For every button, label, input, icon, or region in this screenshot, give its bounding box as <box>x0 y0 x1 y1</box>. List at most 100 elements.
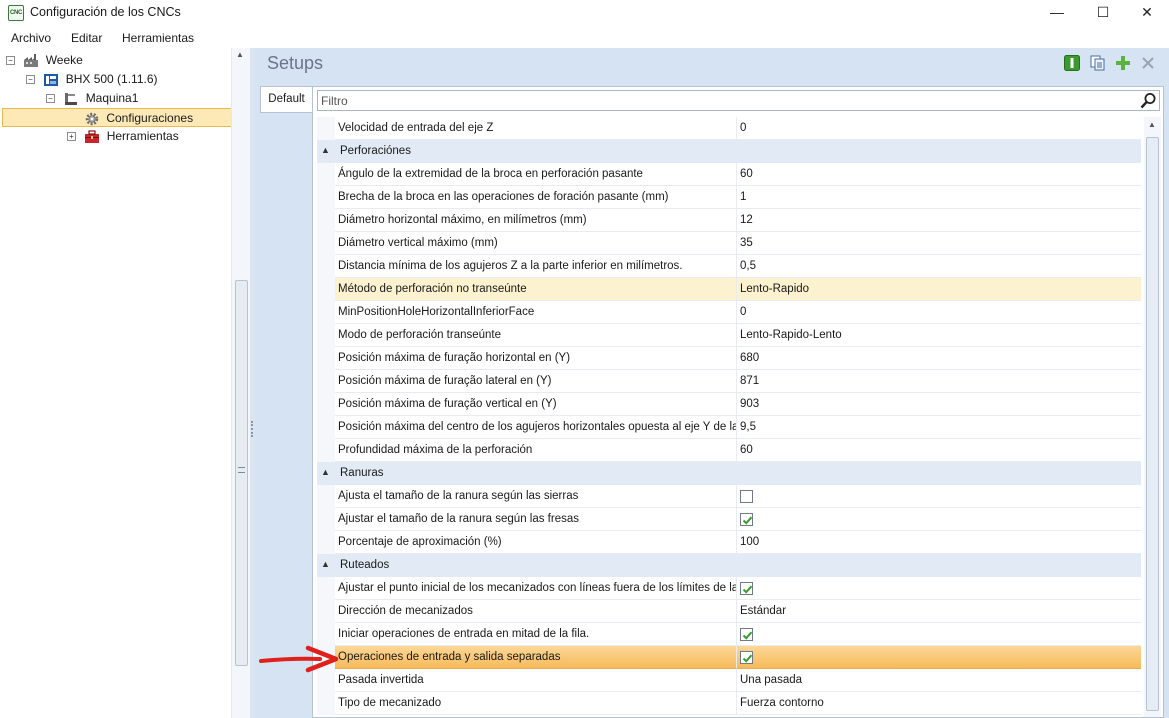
collapse-arrow-icon[interactable]: ▲ <box>321 145 330 155</box>
property-value[interactable]: 9,5 <box>737 416 1141 439</box>
property-row[interactable]: Método de perforación no transeúnte Lento… <box>317 278 1141 301</box>
property-row[interactable]: Operaciones de entrada y salida separada… <box>317 646 1141 669</box>
row-gutter <box>317 117 335 140</box>
property-value[interactable]: 12 <box>737 209 1141 232</box>
checked-checkbox[interactable] <box>740 582 753 595</box>
property-row[interactable]: Profundidad máxima de la perforación 60 <box>317 439 1141 462</box>
property-value[interactable]: Lento-Rapido <box>737 278 1141 301</box>
tree-label: BHX 500 (1.11.6) <box>65 72 158 86</box>
grid-scroll-thumb[interactable] <box>1146 137 1159 711</box>
property-row[interactable]: Ángulo de la extremidad de la broca en p… <box>317 163 1141 186</box>
property-name: Operaciones de entrada y salida separada… <box>335 646 737 669</box>
check-icon <box>742 585 753 594</box>
property-name: Método de perforación no transeúnte <box>335 278 737 301</box>
property-row[interactable]: Posición máxima del centro de los agujer… <box>317 416 1141 439</box>
menu-herramientas[interactable]: Herramientas <box>122 31 194 45</box>
grid-scrollbar[interactable]: ▲ <box>1144 117 1161 717</box>
unchecked-checkbox[interactable] <box>740 490 753 503</box>
copy-icon[interactable] <box>1090 55 1106 71</box>
delete-icon[interactable] <box>1140 55 1156 71</box>
property-value[interactable]: 60 <box>737 163 1141 186</box>
setups-panel: Setups Default Velocidad de entrada del … <box>254 48 1169 718</box>
property-row[interactable]: Distancia mínima de los agujeros Z a la … <box>317 255 1141 278</box>
expand-toggle[interactable]: + <box>67 132 76 142</box>
property-value-cell <box>737 623 1141 646</box>
category-row[interactable]: ▲ Ranuras <box>317 462 1141 485</box>
property-row[interactable]: Ajustar el tamaño de la ranura según las… <box>317 508 1141 531</box>
property-row[interactable]: Diámetro horizontal máximo, en milímetro… <box>317 209 1141 232</box>
tree-node-configuraciones[interactable]: Configuraciones <box>2 108 236 127</box>
scroll-up-icon[interactable]: ▲ <box>236 50 244 59</box>
collapse-toggle[interactable]: − <box>26 75 35 85</box>
property-value[interactable]: Fuerza contorno <box>737 692 1141 715</box>
property-value[interactable]: 1 <box>737 186 1141 209</box>
property-row[interactable]: Iniciar operaciones de entrada en mitad … <box>317 623 1141 646</box>
tree-node-weeke[interactable]: − Weeke <box>6 51 83 70</box>
property-value[interactable]: 0 <box>737 301 1141 324</box>
row-gutter <box>317 393 335 416</box>
collapse-arrow-icon[interactable]: ▲ <box>321 467 330 477</box>
property-value[interactable]: 871 <box>737 370 1141 393</box>
property-row[interactable]: Porcentaje de aproximación (%) 100 <box>317 531 1141 554</box>
tree-node-maquina1[interactable]: − Maquina1 <box>46 89 138 108</box>
checked-checkbox[interactable] <box>740 651 753 664</box>
property-name: Distancia mínima de los agujeros Z a la … <box>335 255 737 278</box>
row-gutter <box>317 301 335 324</box>
property-value[interactable]: Lento-Rapido-Lento <box>737 324 1141 347</box>
close-button[interactable]: ✕ <box>1124 0 1169 26</box>
category-row[interactable]: ▲ Ruteados <box>317 554 1141 577</box>
property-value[interactable]: 35 <box>737 232 1141 255</box>
row-gutter <box>317 416 335 439</box>
property-row[interactable]: MinPositionHoleHorizontalInferiorFace 0 <box>317 301 1141 324</box>
tree-node-herramientas[interactable]: + Herramientas <box>67 127 179 146</box>
property-value[interactable]: 0 <box>737 117 1141 140</box>
property-name: Profundidad máxima de la perforación <box>335 439 737 462</box>
property-value[interactable]: 60 <box>737 439 1141 462</box>
property-row[interactable]: Modo de perforación transeúnte Lento-Rapi… <box>317 324 1141 347</box>
property-row[interactable]: Tipo de mecanizado Fuerza contorno <box>317 692 1141 715</box>
collapse-toggle[interactable]: − <box>46 94 55 104</box>
checked-checkbox[interactable] <box>740 513 753 526</box>
property-value[interactable]: Estándar <box>737 600 1141 623</box>
scroll-up-icon[interactable]: ▲ <box>1148 120 1156 129</box>
property-row[interactable]: Ajusta el tamaño de la ranura según las … <box>317 485 1141 508</box>
add-icon[interactable] <box>1115 55 1131 71</box>
menu-archivo[interactable]: Archivo <box>11 31 51 45</box>
category-row[interactable]: ▲ Perforaciónes <box>317 140 1141 163</box>
tree-scrollbar[interactable]: ▲ <box>231 48 250 718</box>
info-icon[interactable] <box>1064 55 1080 71</box>
tree-node-bhx500[interactable]: − BHX 500 (1.11.6) <box>26 70 158 89</box>
row-gutter <box>317 600 335 623</box>
property-row[interactable]: Posición máxima de furação lateral en (Y… <box>317 370 1141 393</box>
property-row[interactable]: Posición máxima de furação vertical en (… <box>317 393 1141 416</box>
property-value[interactable]: Una pasada <box>737 669 1141 692</box>
collapse-arrow-icon[interactable]: ▲ <box>321 559 330 569</box>
property-row[interactable]: Velocidad de entrada del eje Z0 <box>317 117 1141 140</box>
maximize-button[interactable]: ☐ <box>1080 0 1126 26</box>
property-value[interactable]: 100 <box>737 531 1141 554</box>
menu-editar[interactable]: Editar <box>71 31 102 45</box>
property-row[interactable]: Dirección de mecanizados Estándar <box>317 600 1141 623</box>
property-grid: Velocidad de entrada del eje Z 0 ▲ Perforac… <box>317 117 1141 717</box>
property-name: Ajusta el tamaño de la ranura según las … <box>335 485 737 508</box>
row-gutter <box>317 485 335 508</box>
category-label: Ruteados <box>340 559 390 571</box>
property-name: Tipo de mecanizado <box>335 692 737 715</box>
property-value[interactable]: 0,5 <box>737 255 1141 278</box>
filter-input[interactable] <box>318 91 1133 110</box>
property-row[interactable]: Brecha de la broca en las operaciones de… <box>317 186 1141 209</box>
tree-scroll-thumb[interactable] <box>235 280 248 666</box>
toolbox-icon <box>85 130 100 143</box>
property-row[interactable]: Diámetro vertical máximo (mm) 35 <box>317 232 1141 255</box>
collapse-toggle[interactable]: − <box>6 56 15 66</box>
property-value[interactable]: 903 <box>737 393 1141 416</box>
tab-default[interactable]: Default <box>260 86 312 113</box>
tree-label: Maquina1 <box>85 91 139 105</box>
checked-checkbox[interactable] <box>740 628 753 641</box>
property-row[interactable]: Posición máxima de furação horizontal en… <box>317 347 1141 370</box>
property-row[interactable]: Ajustar el punto inicial de los mecaniza… <box>317 577 1141 600</box>
property-value[interactable]: 680 <box>737 347 1141 370</box>
minimize-button[interactable]: — <box>1034 0 1080 26</box>
property-row[interactable]: Pasada invertida Una pasada <box>317 669 1141 692</box>
search-icon[interactable] <box>1140 92 1157 109</box>
